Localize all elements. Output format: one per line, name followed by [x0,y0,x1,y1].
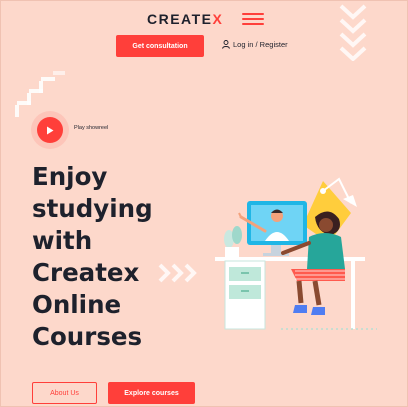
chevron-decoration-icon [339,4,367,61]
headline-line: Courses [32,322,143,351]
headline-line: Createx [32,258,140,287]
login-register-link[interactable]: Log in / Register [222,40,288,49]
logo[interactable]: CREATEX [147,11,223,27]
logo-accent: X [212,11,224,27]
get-consultation-button[interactable]: Get consultation [116,35,204,57]
student-at-desk-illustration [215,177,377,330]
headline-line: studying [32,194,153,223]
play-icon [47,126,54,134]
headline-line: with [32,226,93,255]
logo-main: CREATE [147,11,213,27]
hero-headline: Enjoy studying with Createx Online Cours… [32,161,192,353]
explore-courses-button[interactable]: Explore courses [108,382,195,404]
login-label: Log in / Register [233,40,288,49]
headline-line: Online [32,290,122,319]
about-us-button[interactable]: About Us [32,382,97,404]
play-showreel-button[interactable] [31,111,69,149]
headline-line: Enjoy [32,162,108,191]
user-icon [222,40,230,49]
play-showreel-label: Play showreel [74,125,109,131]
hamburger-menu-icon[interactable] [242,13,264,27]
